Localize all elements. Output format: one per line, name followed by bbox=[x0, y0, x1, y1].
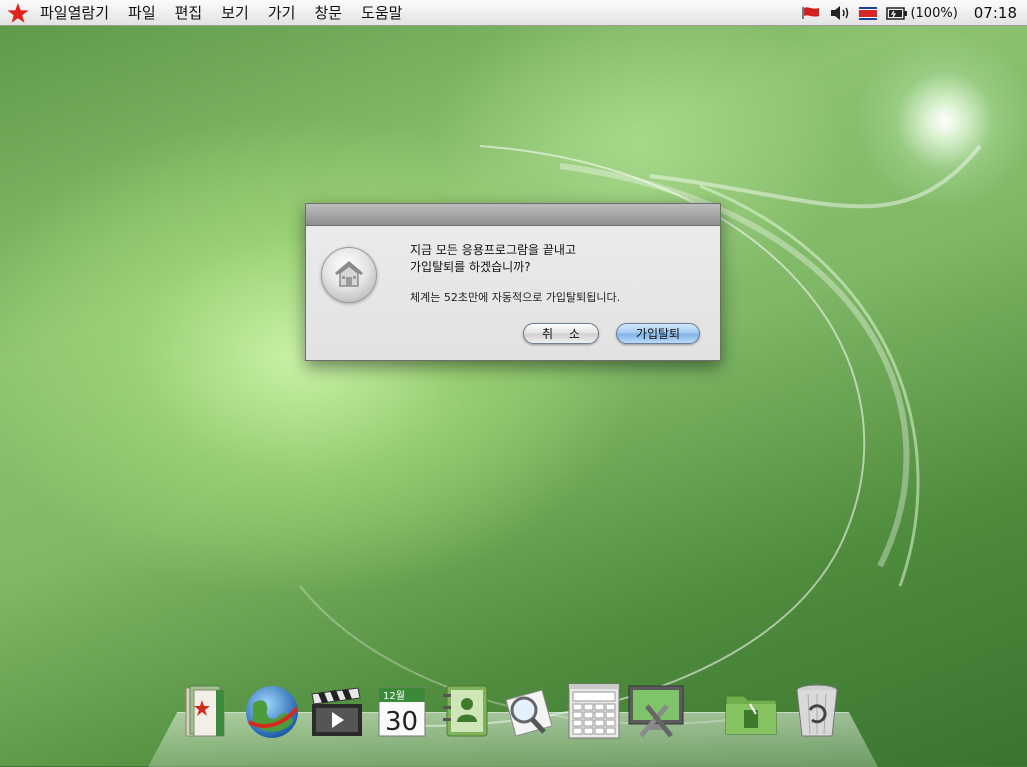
calendar-icon[interactable]: 12월 30 bbox=[373, 682, 431, 740]
top-menu-bar: 파일열람기 파일 편집 보기 가기 창문 도움말 (100%) 07:18 bbox=[0, 0, 1027, 26]
menu-view[interactable]: 보기 bbox=[221, 2, 249, 23]
menu-help[interactable]: 도움말 bbox=[361, 2, 402, 23]
menu-go[interactable]: 가기 bbox=[268, 2, 296, 23]
dialog-titlebar[interactable] bbox=[306, 204, 720, 226]
logout-dialog: 지금 모든 응용프로그람을 끝내고 가입탈퇴를 하겠습니까? 체계는 52초만에… bbox=[305, 203, 721, 361]
trash-icon[interactable] bbox=[788, 682, 846, 740]
address-book-icon[interactable] bbox=[437, 682, 495, 740]
calendar-month: 12월 bbox=[383, 690, 405, 702]
battery-icon bbox=[886, 6, 908, 20]
menu-file[interactable]: 파일 bbox=[128, 2, 156, 23]
cancel-button[interactable]: 취 소 bbox=[523, 323, 599, 344]
status-area: (100%) 07:18 bbox=[801, 0, 1027, 26]
dialog-countdown-text: 체계는 52초만에 자동적으로 가입탈퇴됩니다. bbox=[410, 291, 621, 304]
dialog-message-line1: 지금 모든 응용프로그람을 끝내고 bbox=[410, 243, 577, 257]
keyboard-layout-flag-icon[interactable] bbox=[859, 6, 878, 20]
menu-edit[interactable]: 편집 bbox=[175, 2, 203, 23]
globe-icon[interactable] bbox=[243, 682, 301, 740]
document-viewer-icon[interactable] bbox=[500, 682, 558, 740]
menu-app-name[interactable]: 파일열람기 bbox=[40, 2, 109, 23]
calculator-icon[interactable] bbox=[565, 682, 623, 740]
folder-icon[interactable] bbox=[722, 682, 780, 740]
logout-button[interactable]: 가입탈퇴 bbox=[616, 323, 700, 344]
calendar-day: 30 bbox=[385, 707, 418, 737]
flag-icon[interactable] bbox=[801, 6, 821, 20]
clock[interactable]: 07:18 bbox=[974, 4, 1017, 22]
battery-percent: (100%) bbox=[910, 5, 958, 21]
movie-clapper-icon[interactable] bbox=[308, 682, 366, 740]
home-icon bbox=[321, 247, 377, 303]
dialog-message-line2: 가입탈퇴를 하겠습니까? bbox=[410, 260, 531, 274]
red-star-icon[interactable] bbox=[6, 2, 30, 24]
menu-window[interactable]: 창문 bbox=[314, 2, 342, 23]
documents-icon[interactable] bbox=[180, 682, 238, 740]
system-settings-icon[interactable] bbox=[627, 682, 685, 740]
battery-indicator[interactable]: (100%) bbox=[886, 5, 958, 21]
wallpaper-swirl bbox=[299, 144, 982, 727]
volume-icon[interactable] bbox=[829, 5, 851, 21]
dialog-message: 지금 모든 응용프로그람을 끝내고 가입탈퇴를 하겠습니까? bbox=[410, 242, 576, 276]
desktop-wallpaper bbox=[0, 26, 1027, 766]
